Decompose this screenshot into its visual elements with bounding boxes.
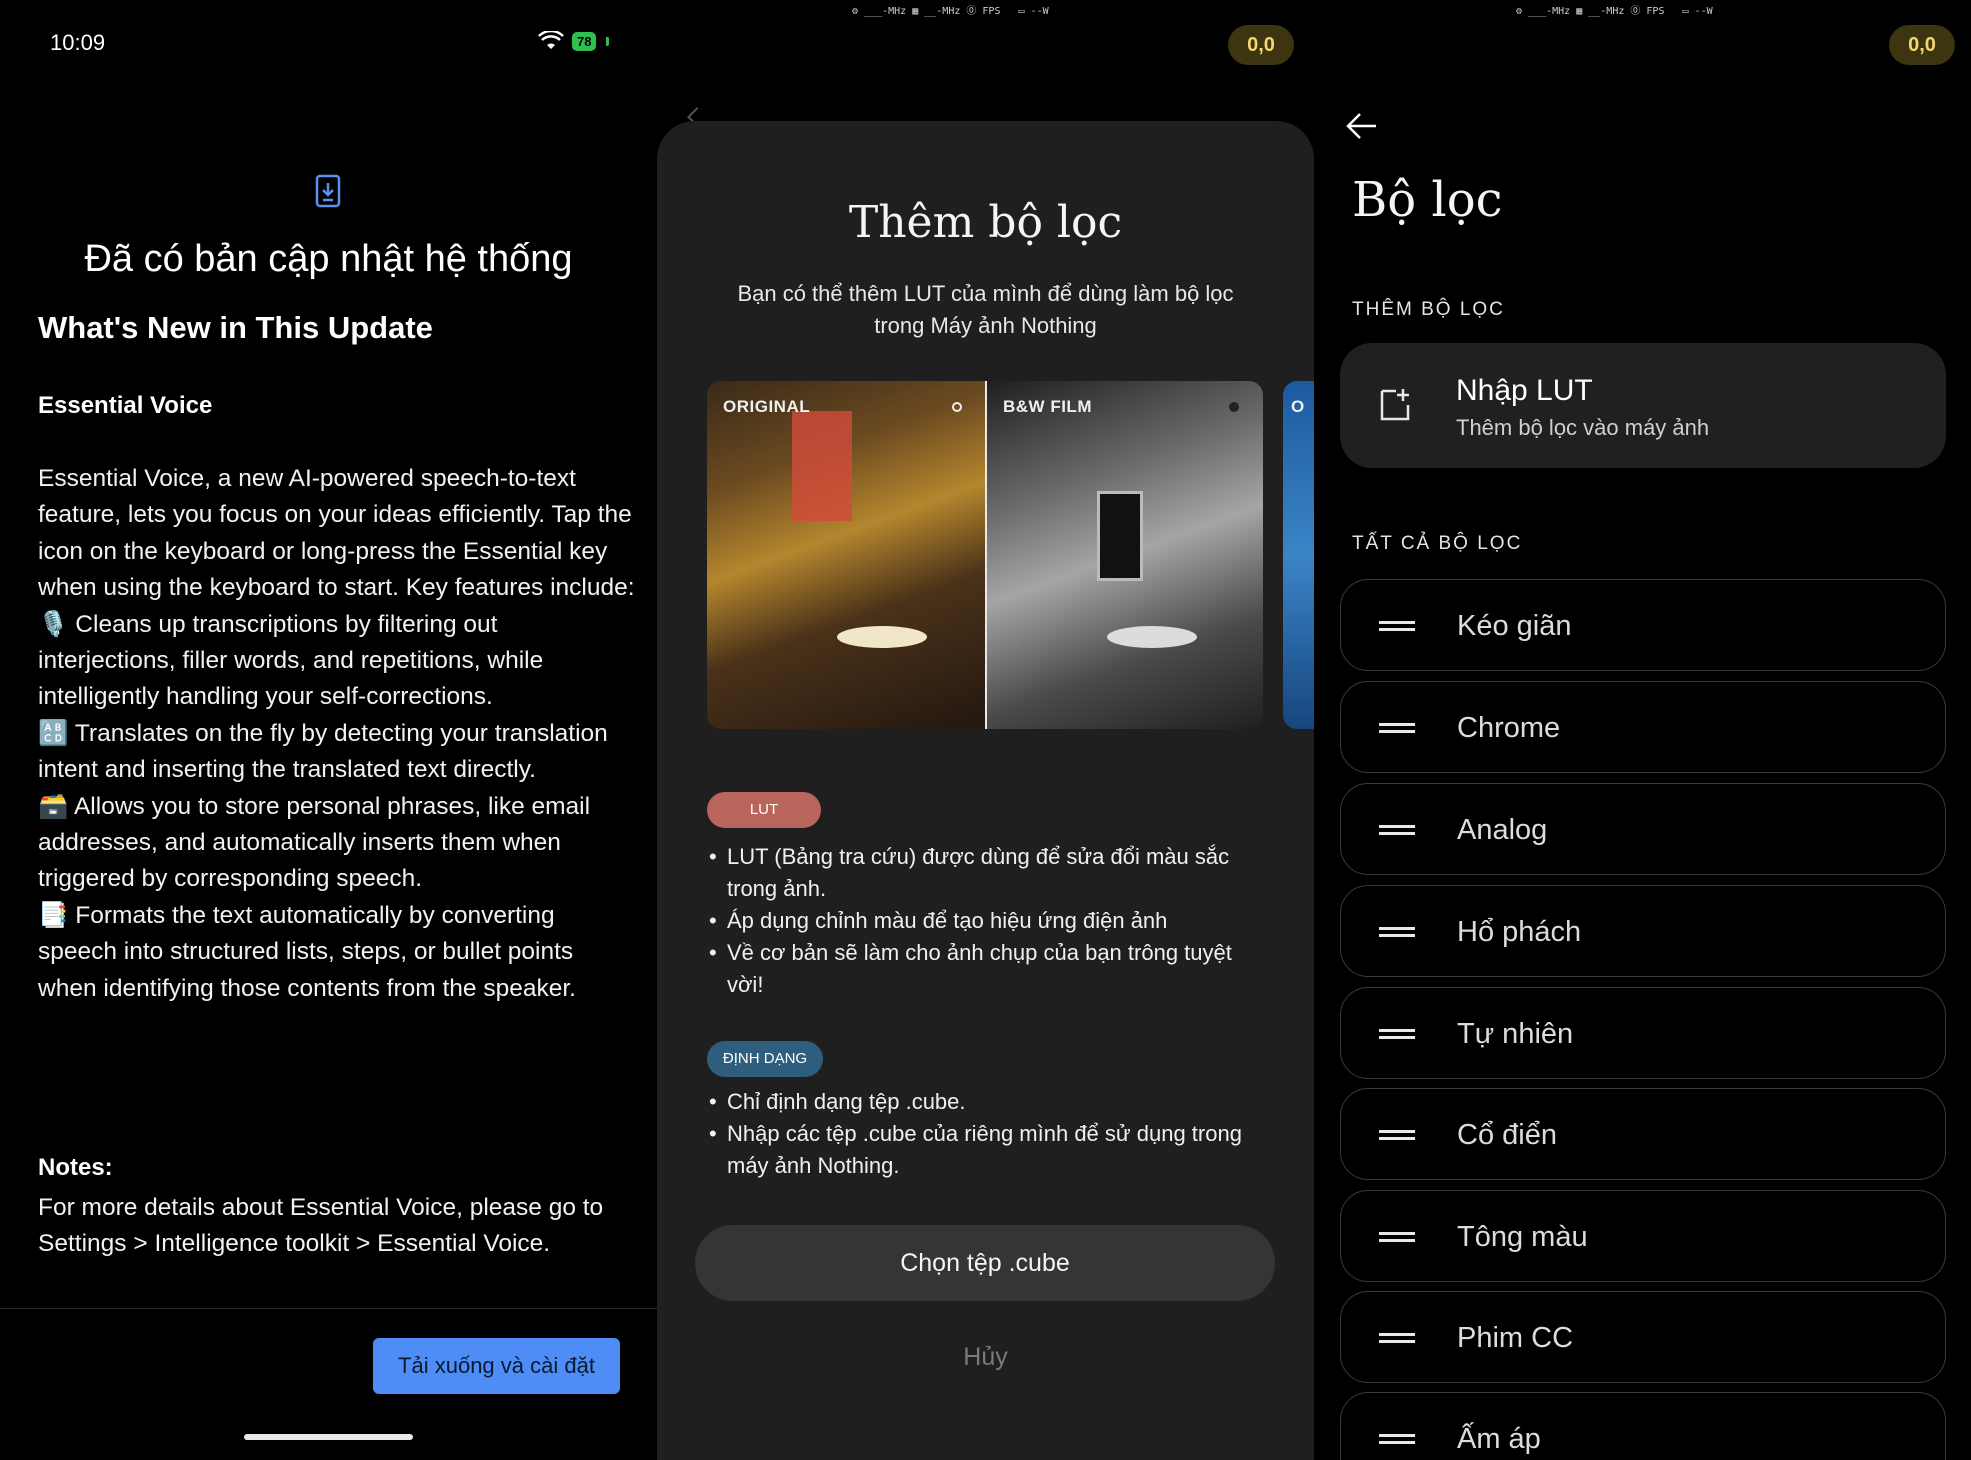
drag-handle-icon[interactable] — [1379, 1130, 1415, 1140]
fps-badge: 0,0 — [1889, 25, 1955, 65]
choose-cube-file-button[interactable]: Chọn tệp .cube — [695, 1225, 1275, 1301]
filter-name: Hổ phách — [1457, 916, 1582, 948]
format-bullet: • Chỉ định dạng tệp .cube. — [709, 1089, 966, 1114]
import-lut-title: Nhập LUT — [1456, 374, 1593, 407]
next-preview-card[interactable]: O — [1283, 381, 1314, 729]
drag-handle-icon[interactable] — [1379, 927, 1415, 937]
status-time: 10:09 — [50, 30, 106, 55]
filter-name: Tông màu — [1457, 1221, 1588, 1253]
poster-shape — [792, 411, 852, 521]
lut-bullet: • Về cơ bản sẽ làm cho ảnh chụp của bạn t… — [709, 940, 1232, 997]
performance-overlay: ⚙ ___-MHz ▦ __-MHz ⓪ FPS ▭ --W — [1516, 6, 1713, 17]
filter-name: Ấm áp — [1457, 1423, 1541, 1455]
release-bullet: 🎙️ Cleans up transcriptions by filtering… — [38, 610, 544, 711]
filter-preview[interactable]: ORIGINAL B&W FILM — [707, 381, 1263, 729]
system-update-panel: 10:09 78 Đã có bản cập nhật hệ thống Wha… — [0, 0, 657, 1460]
import-lut-subtitle: Thêm bộ lọc vào máy ảnh — [1456, 415, 1710, 440]
filter-item[interactable]: Tông màu — [1340, 1190, 1946, 1282]
sheet-subtitle: Bạn có thể thêm LUT của mình để dùng làm… — [737, 281, 1234, 338]
drag-handle-icon[interactable] — [1379, 1434, 1415, 1444]
system-update-icon — [315, 174, 341, 208]
battery-tip — [606, 37, 609, 46]
performance-overlay: ⚙ ___-MHz ▦ __-MHz ⓪ FPS ▭ --W — [852, 6, 1049, 17]
lut-bullet: • Áp dụng chỉnh màu để tạo hiệu ứng điện … — [709, 908, 1168, 933]
drag-handle-icon[interactable] — [1379, 825, 1415, 835]
table-shape — [837, 626, 927, 648]
indicator-dot-icon — [1229, 402, 1239, 412]
page-title: Bộ lọc — [1352, 172, 1503, 228]
filter-name: Phim CC — [1457, 1322, 1574, 1354]
footer-divider — [0, 1308, 657, 1309]
filter-name: Cổ điển — [1457, 1119, 1557, 1151]
table-shape — [1107, 626, 1197, 648]
back-arrow-icon[interactable] — [1344, 108, 1380, 144]
lut-chip: LUT — [707, 792, 821, 828]
filter-item[interactable]: Analog — [1340, 783, 1946, 875]
filter-item[interactable]: Hổ phách — [1340, 885, 1946, 977]
format-chip: ĐỊNH DẠNG — [707, 1041, 823, 1077]
add-filter-panel: ⚙ ___-MHz ▦ __-MHz ⓪ FPS ▭ --W 0,0 Thêm … — [657, 0, 1314, 1460]
filter-name: Kéo giãn — [1457, 610, 1572, 642]
format-bullet: • Nhập các tệp .cube của riêng mình để sử… — [709, 1121, 1242, 1178]
whats-new-heading: What's New in This Update — [38, 310, 433, 345]
sign-board-shape — [1097, 491, 1143, 581]
bottom-sheet: Thêm bộ lọc Bạn có thể thêm LUT của mình… — [657, 121, 1314, 1460]
filter-name: Tự nhiên — [1457, 1018, 1574, 1050]
battery-indicator: 78 — [572, 32, 597, 51]
drag-handle-icon[interactable] — [1379, 1333, 1415, 1343]
notes-text: For more details about Essential Voice, … — [38, 1194, 604, 1258]
home-indicator[interactable] — [244, 1434, 413, 1440]
filters-panel: ⚙ ___-MHz ▦ __-MHz ⓪ FPS ▭ --W 0,0 Bộ lọ… — [1314, 0, 1971, 1460]
bw-preview-image — [986, 381, 1263, 729]
bw-film-label: B&W FILM — [1003, 397, 1092, 416]
drag-handle-icon[interactable] — [1379, 621, 1415, 631]
filter-item[interactable]: Kéo giãn — [1340, 579, 1946, 671]
release-bullet: 🗃️ Allows you to store personal phrases,… — [38, 792, 591, 893]
cancel-button[interactable]: Hủy — [657, 1343, 1314, 1372]
filter-item[interactable]: Phim CC — [1340, 1291, 1946, 1383]
fps-badge: 0,0 — [1228, 25, 1294, 65]
drag-handle-icon[interactable] — [1379, 723, 1415, 733]
filter-item[interactable]: Tự nhiên — [1340, 987, 1946, 1079]
add-file-icon — [1380, 389, 1410, 421]
filter-name: Analog — [1457, 814, 1548, 846]
release-bullet: 🔠 Translates on the fly by detecting you… — [38, 719, 608, 784]
compare-slider[interactable] — [985, 381, 987, 729]
original-label: ORIGINAL — [723, 397, 811, 416]
release-intro: Essential Voice, a new AI-powered speech… — [38, 465, 635, 602]
page-title: Đã có bản cập nhật hệ thống — [84, 238, 573, 280]
release-notes-body: Essential Voice, a new AI-powered speech… — [38, 461, 638, 1007]
section-add-filter: THÊM BỘ LỌC — [1352, 299, 1505, 320]
wifi-icon — [538, 31, 564, 49]
feature-heading: Essential Voice — [38, 392, 213, 419]
drag-handle-icon[interactable] — [1379, 1232, 1415, 1242]
section-all-filters: TẤT CẢ BỘ LỌC — [1352, 533, 1523, 554]
filter-item[interactable]: Chrome — [1340, 681, 1946, 773]
filter-item[interactable]: Ấm áp — [1340, 1392, 1946, 1460]
sheet-title: Thêm bộ lọc — [848, 197, 1123, 248]
filter-name: Chrome — [1457, 712, 1561, 744]
notes-heading: Notes: — [38, 1154, 113, 1181]
release-bullet: 📑 Formats the text automatically by conv… — [38, 901, 576, 1002]
next-preview-label: O — [1291, 397, 1305, 416]
import-lut-card[interactable]: Nhập LUT Thêm bộ lọc vào máy ảnh — [1340, 343, 1946, 468]
download-install-button[interactable]: Tải xuống và cài đặt — [373, 1338, 620, 1394]
indicator-dot-icon — [952, 402, 962, 412]
lut-bullet: • LUT (Bảng tra cứu) được dùng để sửa đổi… — [709, 844, 1230, 901]
filter-item[interactable]: Cổ điển — [1340, 1088, 1946, 1180]
original-preview-image — [707, 381, 985, 729]
drag-handle-icon[interactable] — [1379, 1029, 1415, 1039]
